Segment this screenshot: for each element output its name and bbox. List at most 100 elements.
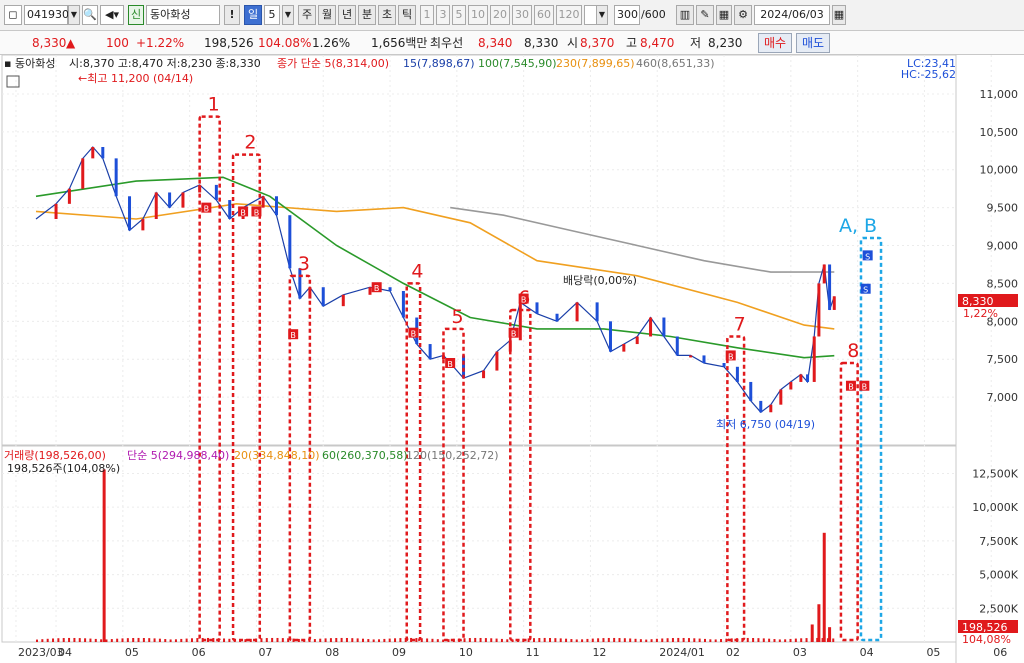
price-tick-label: 7,500	[987, 353, 1019, 366]
volume-bar	[94, 638, 97, 642]
candle	[595, 302, 599, 322]
stock-chart[interactable]: 12345678A, B BBBBBBBBBBBBSS 11,00010,500…	[0, 55, 1024, 663]
speaker-icon[interactable]: ◀▾	[100, 5, 124, 25]
volume-bar	[180, 638, 183, 642]
search-icon[interactable]: 🔍	[82, 5, 98, 25]
period-month-button[interactable]: 월	[318, 5, 336, 25]
time-tick-label: 07	[258, 646, 272, 659]
interval-button-5[interactable]: 5	[452, 5, 466, 25]
period-second-button[interactable]: 초	[378, 5, 396, 25]
interval-button-3[interactable]: 3	[436, 5, 450, 25]
best-quote-label: 최우선	[430, 36, 464, 50]
signal-label-3: 3	[298, 253, 310, 275]
volume-bar	[57, 638, 60, 642]
volume-bar	[68, 637, 71, 642]
volume-bar	[516, 639, 519, 642]
candle	[575, 302, 579, 322]
volume-bar	[709, 639, 712, 642]
dividend-annotation: 배당락(0,00%)	[563, 274, 637, 287]
volume-bar	[116, 638, 119, 642]
count-input[interactable]: 300	[614, 5, 640, 25]
volume-bar	[768, 638, 771, 642]
candle	[368, 287, 372, 295]
volume-bar	[720, 639, 723, 642]
volume-bar	[142, 638, 145, 642]
volume-bar	[442, 639, 445, 642]
volume-bar	[832, 638, 835, 642]
volume-bar	[62, 638, 65, 642]
window-icon[interactable]: ◻	[4, 5, 22, 25]
volume-bar	[41, 639, 44, 642]
candle	[214, 184, 218, 201]
candle	[735, 366, 739, 382]
gear-icon[interactable]: ⚙	[734, 5, 752, 25]
candle	[749, 381, 753, 401]
price-tick-label: 10,000	[980, 164, 1019, 177]
sell-marker-letter: S	[865, 252, 870, 261]
candle	[261, 196, 265, 208]
indicator-icon[interactable]: ✎	[696, 5, 714, 25]
interval-button-30[interactable]: 30	[512, 5, 532, 25]
draw-tool-icon[interactable]: ▦	[716, 5, 732, 25]
volume-bar	[752, 638, 755, 642]
period-week-button[interactable]: 주	[298, 5, 316, 25]
period-tick-button[interactable]: 틱	[398, 5, 416, 25]
volume-bar	[255, 638, 258, 642]
candle	[81, 158, 85, 189]
interval-button-120[interactable]: 120	[556, 5, 582, 25]
interval-button-1[interactable]: 1	[420, 5, 434, 25]
volume-bar	[511, 639, 514, 642]
candle	[828, 264, 832, 310]
interval-button-10[interactable]: 10	[468, 5, 488, 25]
calendar-icon[interactable]: ▦	[832, 5, 846, 25]
volume-bar	[233, 639, 236, 642]
period-minute-button[interactable]: 분	[358, 5, 376, 25]
signal-label-1: 1	[208, 94, 220, 116]
interval-button-60[interactable]: 60	[534, 5, 554, 25]
price-tick-label: 8,500	[987, 277, 1019, 290]
price-tick-label: 7,000	[987, 391, 1019, 404]
interval-dropdown-icon[interactable]: ▼	[596, 5, 608, 25]
volume-legend-ma60: 60(260,370,58)	[322, 449, 408, 462]
candle-type-icon[interactable]: ▥	[676, 5, 694, 25]
volume-bar	[554, 638, 557, 642]
period-day-button[interactable]: 일	[244, 5, 262, 25]
volume-bar	[800, 638, 803, 642]
volume-bar	[52, 638, 55, 642]
volume-legend-ma120: 120(150,252,72)	[406, 449, 499, 462]
volume-bar	[158, 638, 161, 642]
interval-button-20[interactable]: 20	[490, 5, 510, 25]
time-tick-label: 10	[459, 646, 473, 659]
code-dropdown-icon[interactable]: ▼	[68, 5, 80, 25]
volume-bar	[271, 637, 274, 642]
sell-button[interactable]: 매도	[796, 33, 830, 53]
volume-bar	[217, 638, 220, 642]
volume-tick-label: 12,500K	[972, 467, 1018, 480]
legend-close-ma5: 종가 단순 5(8,314,00)	[277, 57, 389, 70]
volume-bar	[426, 638, 429, 642]
time-tick-label: 06	[993, 646, 1007, 659]
current-price: 8,330	[32, 36, 67, 50]
count-total: /600	[641, 8, 666, 21]
candle	[341, 294, 345, 307]
volume-bar	[190, 638, 193, 642]
candle	[181, 192, 185, 208]
candle	[608, 321, 612, 352]
stock-code-input[interactable]: 041930	[24, 5, 69, 25]
period-count-field[interactable]: 5	[264, 5, 280, 25]
stock-name-field[interactable]: 동아화성	[146, 5, 220, 25]
buy-button[interactable]: 매수	[758, 33, 792, 53]
period-year-button[interactable]: 년	[338, 5, 356, 25]
buy-marker-letter: B	[848, 383, 854, 392]
info-button[interactable]: !	[224, 5, 240, 25]
period-dropdown-icon[interactable]: ▼	[282, 5, 294, 25]
volume-bar	[153, 638, 156, 642]
date-input[interactable]: 2024/06/03	[754, 5, 830, 25]
volume-spike	[828, 627, 832, 642]
candle	[662, 317, 666, 337]
volume-tick-label: 5,000K	[979, 569, 1018, 582]
volume-bar	[164, 639, 167, 642]
volume-bar	[591, 638, 594, 642]
volume-bar	[794, 638, 797, 642]
candle	[401, 291, 405, 318]
